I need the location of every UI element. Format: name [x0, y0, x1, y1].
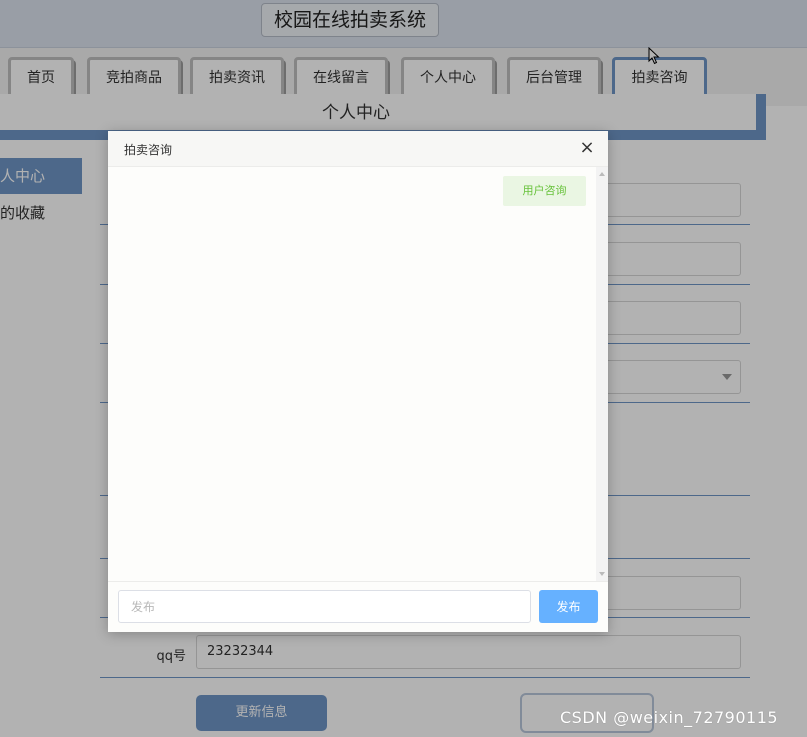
scroll-down-icon[interactable] — [599, 572, 605, 576]
consult-dialog: 拍卖咨询 × 用户咨询 发布 — [108, 131, 608, 632]
dialog-title: 拍卖咨询 — [124, 143, 173, 157]
send-button[interactable]: 发布 — [539, 590, 598, 623]
dialog-header: 拍卖咨询 × — [108, 131, 608, 167]
chat-message: 用户咨询 — [503, 176, 586, 206]
chat-scrollbar[interactable] — [596, 167, 608, 581]
scroll-up-icon[interactable] — [599, 172, 605, 176]
message-input[interactable] — [118, 590, 531, 623]
dialog-footer: 发布 — [108, 581, 608, 632]
watermark: CSDN @weixin_72790115 — [560, 708, 779, 727]
close-icon[interactable]: × — [578, 138, 596, 158]
chat-message-area: 用户咨询 — [108, 167, 608, 581]
